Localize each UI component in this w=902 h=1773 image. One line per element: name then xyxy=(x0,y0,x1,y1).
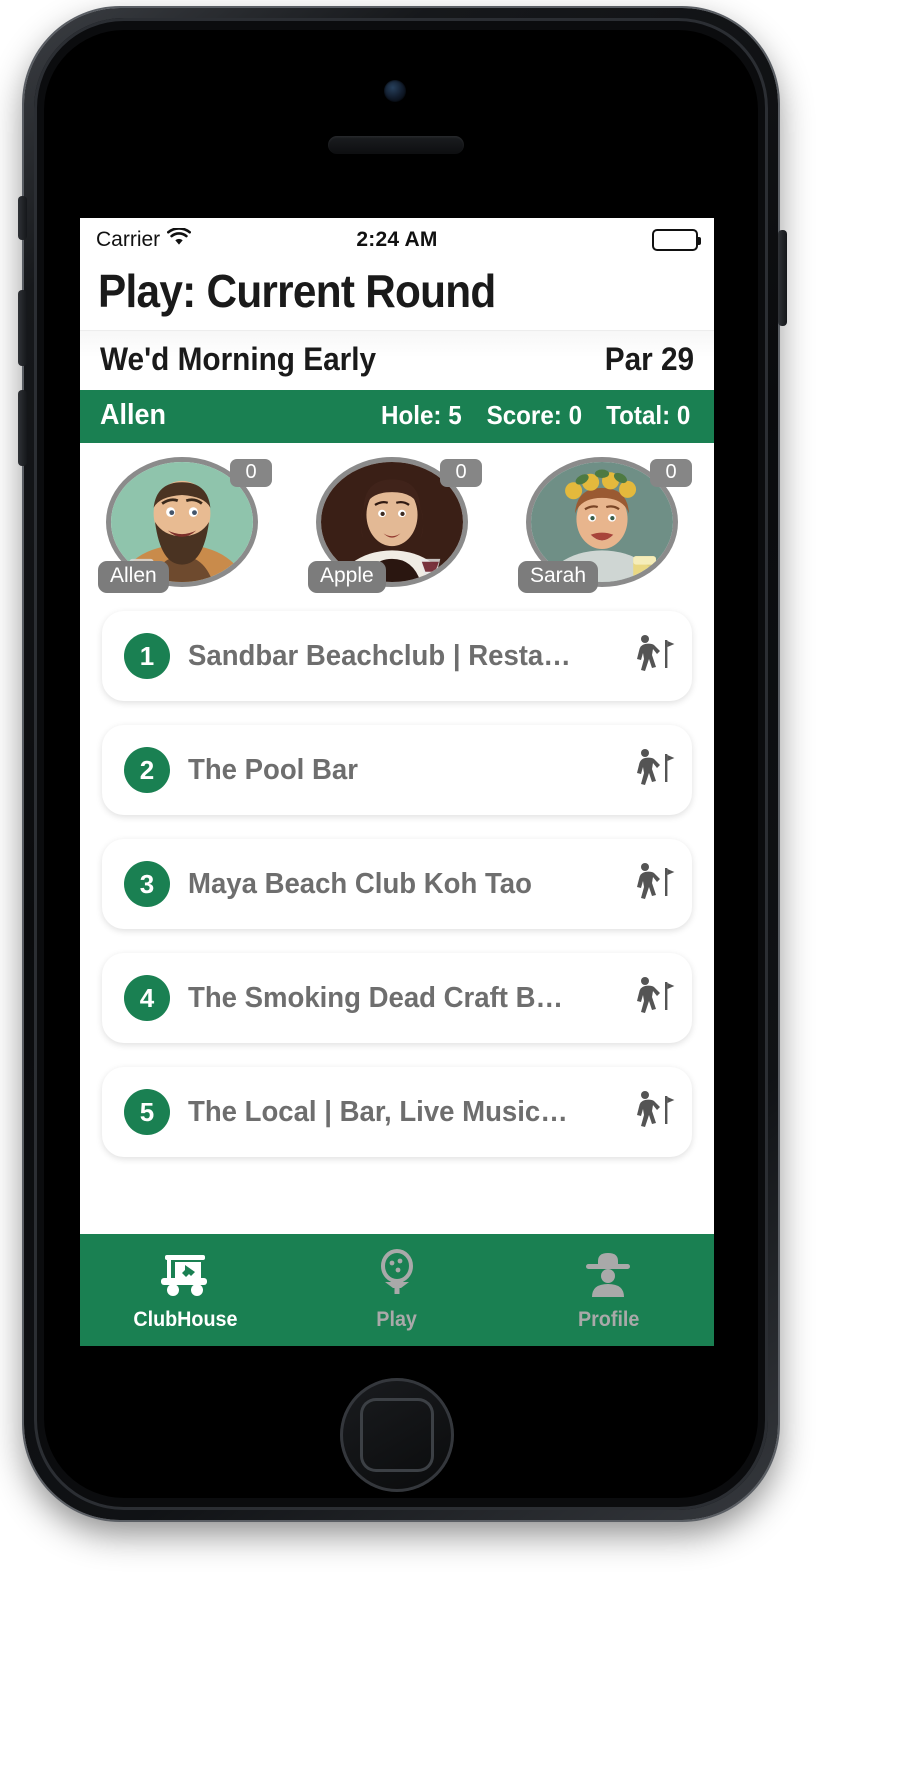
current-player-stats: Hole: 5 Score: 0 Total: 0 xyxy=(378,400,694,431)
tab-label: Profile xyxy=(577,1307,640,1331)
player-name-label: Apple xyxy=(308,561,386,593)
round-par-label: Par 29 xyxy=(604,341,694,377)
hole-number-badge: 5 xyxy=(124,1089,170,1135)
silent-switch-button[interactable] xyxy=(18,196,27,240)
round-name: We'd Morning Early xyxy=(100,341,377,377)
golfer-flag-icon[interactable] xyxy=(632,974,676,1023)
volume-up-button[interactable] xyxy=(18,290,27,366)
status-bar-right xyxy=(652,229,701,251)
volume-down-button[interactable] xyxy=(18,390,27,466)
status-bar: Carrier 2:24 AM xyxy=(80,218,714,262)
hole-row[interactable]: 2 The Pool Bar xyxy=(102,725,692,815)
round-header: We'd Morning Early Par 29 xyxy=(80,330,714,390)
hole-row[interactable]: 3 Maya Beach Club Koh Tao xyxy=(102,839,692,929)
tab-profile[interactable]: Profile xyxy=(503,1249,714,1332)
golfer-flag-icon[interactable] xyxy=(632,1088,676,1137)
golf-cart-icon xyxy=(155,1249,217,1304)
bottom-tab-bar: ClubHouse Play Profile xyxy=(80,1234,714,1346)
hole-row[interactable]: 1 Sandbar Beachclub | Resta… xyxy=(102,611,692,701)
hole-name-label: Sandbar Beachclub | Resta… xyxy=(188,639,571,672)
battery-full-icon xyxy=(652,229,701,251)
golf-ball-tee-icon xyxy=(371,1248,423,1304)
front-camera-icon xyxy=(384,80,406,102)
tab-play[interactable]: Play xyxy=(291,1248,502,1332)
home-button-inner-ring xyxy=(360,1398,434,1472)
hole-number-badge: 1 xyxy=(124,633,170,679)
player-name-label: Allen xyxy=(98,561,169,593)
hole-number-badge: 3 xyxy=(124,861,170,907)
earpiece-speaker-icon xyxy=(328,136,464,154)
golfer-flag-icon[interactable] xyxy=(632,632,676,681)
tab-label: ClubHouse xyxy=(133,1307,238,1331)
hole-number-badge: 4 xyxy=(124,975,170,1021)
current-player-score-strip: Allen Hole: 5 Score: 0 Total: 0 xyxy=(80,390,714,443)
power-button[interactable] xyxy=(778,230,787,326)
app-screen: Carrier 2:24 AM Play: Current Round We'd… xyxy=(80,218,714,1346)
golfer-flag-icon[interactable] xyxy=(632,746,676,795)
status-bar-clock: 2:24 AM xyxy=(356,228,438,251)
hole-name-label: The Pool Bar xyxy=(188,753,358,786)
player-score-badge: 0 xyxy=(440,459,482,487)
hole-row[interactable]: 4 The Smoking Dead Craft B… xyxy=(102,953,692,1043)
person-hat-icon xyxy=(580,1249,636,1304)
player-name-label: Sarah xyxy=(518,561,599,593)
tab-label: Play xyxy=(376,1307,418,1331)
hole-name-label: The Smoking Dead Craft B… xyxy=(188,981,564,1014)
hole-number-badge: 2 xyxy=(124,747,170,793)
nav-title-bar: Play: Current Round xyxy=(80,262,714,330)
stat-hole: Hole: 5 xyxy=(381,400,462,430)
current-player-name: Allen xyxy=(100,399,166,431)
player-score-badge: 0 xyxy=(230,459,272,487)
player-score-badge: 0 xyxy=(650,459,692,487)
tab-clubhouse[interactable]: ClubHouse xyxy=(80,1249,291,1332)
hole-name-label: The Local | Bar, Live Music… xyxy=(188,1095,568,1128)
stat-total: Total: 0 xyxy=(606,400,691,430)
stat-score: Score: 0 xyxy=(486,400,582,430)
page-title: Play: Current Round xyxy=(98,265,496,317)
player-card[interactable]: 0 Allen xyxy=(98,457,276,595)
players-row: 0 Allen 0 Apple 0 Sarah xyxy=(80,443,714,605)
hole-name-label: Maya Beach Club Koh Tao xyxy=(188,867,532,900)
holes-list: 1 Sandbar Beachclub | Resta… 2 The Pool … xyxy=(80,605,714,1157)
player-card[interactable]: 0 Sarah xyxy=(518,457,696,595)
hole-row[interactable]: 5 The Local | Bar, Live Music… xyxy=(102,1067,692,1157)
golfer-flag-icon[interactable] xyxy=(632,860,676,909)
player-card[interactable]: 0 Apple xyxy=(308,457,486,595)
